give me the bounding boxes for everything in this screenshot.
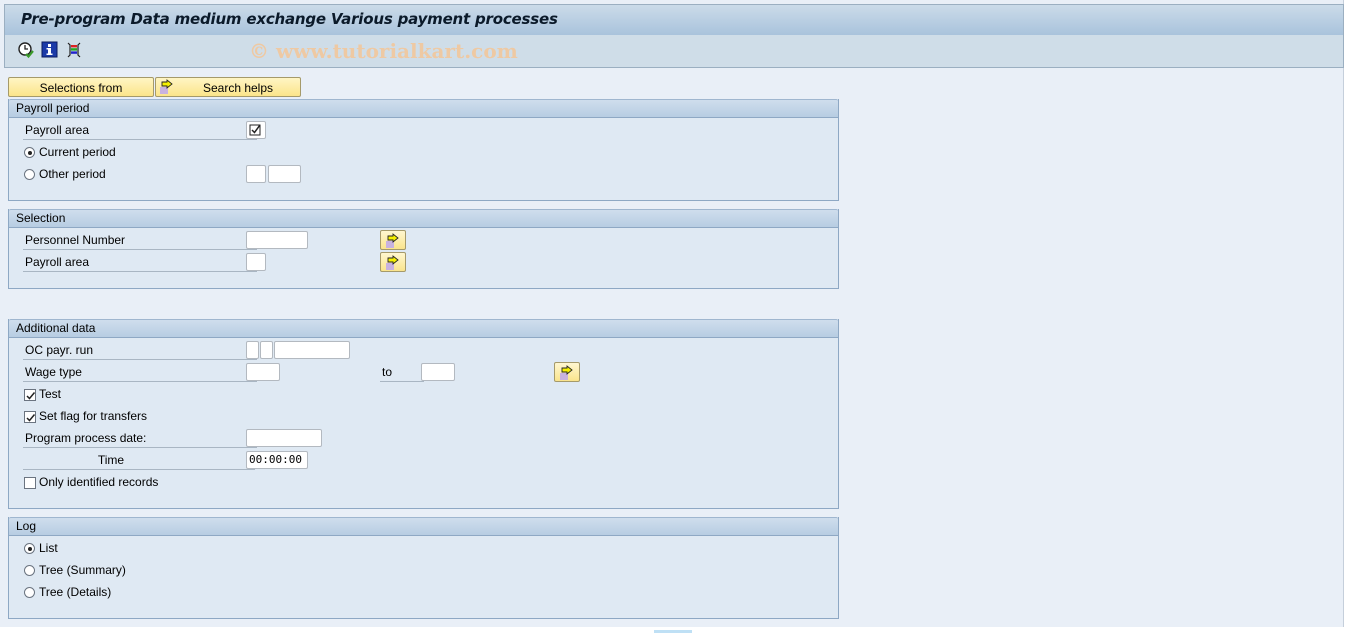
search-helps-label: Search helps [202,81,274,95]
multiple-selection-icon [159,79,175,101]
oc-payr-run-label: OC payr. run [23,341,257,360]
current-period-label: Current period [39,145,116,159]
watermark: © www.tutorialkart.com [249,39,518,63]
selections-from-label: Selections from [39,81,123,95]
sap-window: Pre-program Data medium exchange Various… [0,0,1344,627]
wage-type-multiple-selection-button[interactable] [554,362,580,382]
test-label: Test [39,387,62,401]
personnel-number-input[interactable] [246,231,308,249]
multiple-selection-icon [386,255,399,270]
program-process-date-input[interactable] [246,429,322,447]
payroll-area-label: Payroll area [23,121,257,140]
selection-payroll-area-input[interactable] [246,253,266,271]
info-icon[interactable] [41,41,59,59]
log-list-radio[interactable] [24,543,35,554]
other-period-radio[interactable] [24,169,35,180]
other-period-field-1[interactable] [246,165,266,183]
wage-type-to-input[interactable] [421,363,455,381]
additional-data-group: Additional data OC payr. run Wage type t… [8,319,839,509]
oc-payr-run-field-1[interactable] [246,341,259,359]
selection-payroll-area-label: Payroll area [23,253,257,272]
other-period-field-2[interactable] [268,165,301,183]
wage-type-from-input[interactable] [246,363,280,381]
personnel-number-multiple-selection-button[interactable] [380,230,406,250]
payroll-period-group: Payroll period Payroll area Current peri… [8,99,839,201]
log-tree-details-label: Tree (Details) [39,585,112,599]
time-label: Time [23,451,255,470]
log-header: Log [9,517,838,536]
wage-type-label: Wage type [23,363,257,382]
log-tree-details-radio[interactable] [24,587,35,598]
only-identified-label: Only identified records [39,475,159,489]
selection-header: Selection [9,209,838,228]
log-tree-summary-label: Tree (Summary) [39,563,126,577]
log-list-label: List [39,541,58,555]
time-label-text: Time [97,453,125,467]
current-period-radio[interactable] [24,147,35,158]
log-tree-summary-radio[interactable] [24,565,35,576]
payroll-period-header: Payroll period [9,99,838,118]
time-input[interactable]: 00:00:00 [246,451,308,469]
variant-icon[interactable] [65,41,83,59]
search-helps-button[interactable]: Search helps [155,77,301,97]
set-flag-checkbox[interactable] [24,411,36,423]
title-bar: Pre-program Data medium exchange Various… [4,4,1344,36]
set-flag-label: Set flag for transfers [39,409,148,423]
only-identified-checkbox[interactable] [24,477,36,489]
payroll-area-checkbox[interactable] [246,121,266,139]
multiple-selection-icon [386,233,399,248]
test-checkbox[interactable] [24,389,36,401]
additional-data-header: Additional data [9,319,838,338]
selections-from-button[interactable]: Selections from [8,77,154,97]
wage-type-to-label: to [380,363,424,382]
program-process-date-label: Program process date: [23,429,257,448]
execute-icon[interactable] [17,41,35,59]
selection-group: Selection Personnel Number Payroll area [8,209,839,289]
personnel-number-label: Personnel Number [23,231,257,250]
other-period-label: Other period [39,167,106,181]
payroll-area-multiple-selection-button[interactable] [380,252,406,272]
page-title: Pre-program Data medium exchange Various… [21,10,558,28]
log-group: Log List Tree (Summary) Tree (Details) [8,517,839,619]
oc-payr-run-field-2[interactable] [260,341,273,359]
application-toolbar: © www.tutorialkart.com [4,35,1344,68]
multiple-selection-icon [560,365,573,380]
oc-payr-run-field-3[interactable] [274,341,350,359]
